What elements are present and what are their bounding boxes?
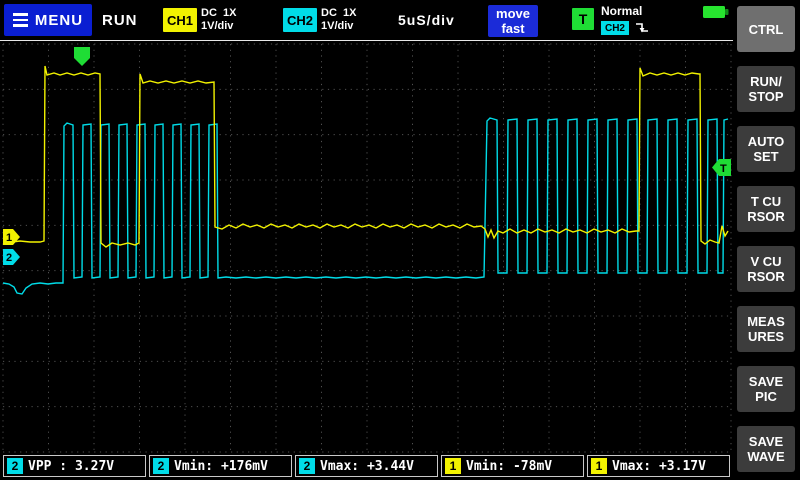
ch2-badge[interactable]: CH2 (283, 8, 317, 32)
save-wave-button[interactable]: SAVE WAVE (737, 426, 795, 472)
measurement-vpp-ch2[interactable]: 2 VPP : 3.27V (3, 455, 146, 477)
top-bar: MENU RUN CH1 DC 1X 1V/div CH2 DC 1X 1V/d… (0, 0, 733, 41)
t-cursor-button[interactable]: T CU RSOR (737, 186, 795, 232)
measurement-vmax-ch2[interactable]: 2 Vmax: +3.44V (295, 455, 438, 477)
run-status: RUN (102, 12, 138, 29)
trigger-source-badge[interactable]: CH2 (601, 21, 629, 35)
ctrl-button[interactable]: CTRL (737, 6, 795, 52)
ch2-channel-badge: 2 (299, 458, 315, 474)
measurement-value: Vmin: -78mV (466, 458, 553, 474)
waveform-display[interactable]: 1 2 T (0, 41, 734, 453)
menu-label: MENU (34, 11, 84, 29)
menu-button[interactable]: MENU (4, 4, 92, 36)
ch1-zero-marker[interactable]: 1 (3, 229, 20, 245)
run-stop-button[interactable]: RUN/ STOP (737, 66, 795, 112)
measures-button[interactable]: MEAS URES (737, 306, 795, 352)
sidebar: CTRL RUN/ STOP AUTO SET T CU RSOR V CU R… (733, 0, 800, 480)
trigger-info: Normal CH2 (601, 4, 649, 35)
trigger-level-marker[interactable]: T (712, 159, 731, 176)
measurement-vmax-ch1[interactable]: 1 Vmax: +3.17V (587, 455, 730, 477)
trigger-mode[interactable]: Normal (601, 4, 649, 19)
plot-layer (2, 43, 732, 453)
measurement-value: Vmax: +3.17V (612, 458, 706, 474)
ch2-zero-marker[interactable]: 2 (3, 249, 20, 265)
oscilloscope-screen: MENU RUN CH1 DC 1X 1V/div CH2 DC 1X 1V/d… (0, 0, 800, 480)
falling-edge-icon (636, 23, 648, 33)
trigger-position-marker[interactable] (74, 47, 90, 66)
hamburger-icon (12, 13, 28, 27)
save-pic-button[interactable]: SAVE PIC (737, 366, 795, 412)
measurement-vmin-ch1[interactable]: 1 Vmin: -78mV (441, 455, 584, 477)
measurement-bar: 2 VPP : 3.27V 2 Vmin: +176mV 2 Vmax: +3.… (3, 455, 730, 477)
trigger-badge[interactable]: T (572, 8, 594, 30)
v-cursor-button[interactable]: V CU RSOR (737, 246, 795, 292)
ch1-channel-badge: 1 (445, 458, 461, 474)
battery-icon (703, 6, 729, 18)
ch1-badge[interactable]: CH1 (163, 8, 197, 32)
ch2-channel-badge: 2 (7, 458, 23, 474)
timebase-readout[interactable]: 5uS/div (398, 12, 455, 28)
measurement-vmin-ch2[interactable]: 2 Vmin: +176mV (149, 455, 292, 477)
ch2-settings: DC 1X 1V/div (321, 7, 357, 32)
svg-text:1: 1 (6, 232, 12, 244)
move-mode-button[interactable]: move fast (488, 5, 538, 37)
ch1-settings: DC 1X 1V/div (201, 7, 237, 32)
measurement-value: Vmax: +3.44V (320, 458, 414, 474)
ch1-channel-badge: 1 (591, 458, 607, 474)
measurement-value: Vmin: +176mV (174, 458, 268, 474)
auto-set-button[interactable]: AUTO SET (737, 126, 795, 172)
svg-text:2: 2 (6, 252, 12, 264)
ch2-channel-badge: 2 (153, 458, 169, 474)
svg-text:T: T (720, 163, 727, 175)
measurement-value: VPP : 3.27V (28, 458, 115, 474)
